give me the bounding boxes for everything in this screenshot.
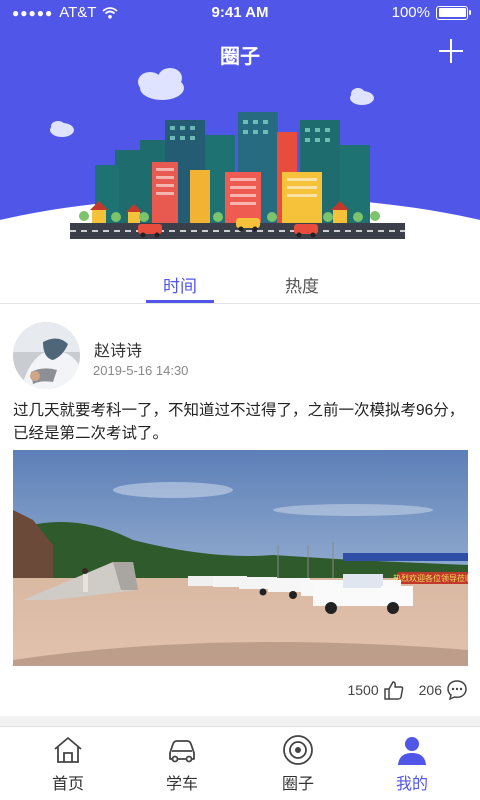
status-right: 100% bbox=[391, 4, 471, 21]
nav-learn-driving[interactable]: 学车 bbox=[127, 733, 237, 794]
post-username[interactable]: 赵诗诗 bbox=[94, 337, 142, 361]
like-button[interactable]: 1500 bbox=[347, 679, 404, 701]
circle-icon bbox=[283, 735, 313, 765]
status-bar: ●●●●● AT&T 9:41 AM 100% bbox=[0, 0, 480, 26]
comment-button[interactable]: 206 bbox=[419, 679, 468, 701]
avatar[interactable] bbox=[13, 322, 80, 389]
add-post-icon[interactable] bbox=[436, 36, 466, 66]
post-photo[interactable]: 热烈欢迎各位领导莅临 bbox=[13, 450, 468, 666]
tab-time[interactable]: 时间 bbox=[130, 272, 230, 297]
nav-home-label: 首页 bbox=[51, 776, 84, 793]
bottom-nav: 首页 学车 圈子 我的 bbox=[0, 726, 480, 800]
home-icon bbox=[54, 737, 82, 763]
tab-active-indicator bbox=[146, 300, 214, 303]
user-icon bbox=[398, 737, 426, 765]
car-icon bbox=[169, 740, 195, 763]
header-banner: ●●●●● AT&T 9:41 AM 100% 圈子 bbox=[0, 0, 480, 262]
nav-circle[interactable]: 圈子 bbox=[243, 733, 353, 794]
comment-count: 206 bbox=[418, 682, 442, 698]
battery-icon bbox=[436, 5, 471, 20]
nav-learn-driving-label: 学车 bbox=[165, 776, 198, 793]
tab-popularity[interactable]: 热度 bbox=[252, 272, 352, 297]
nav-profile[interactable]: 我的 bbox=[357, 733, 467, 794]
comment-bubble-icon bbox=[447, 680, 467, 701]
nav-circle-label: 圈子 bbox=[281, 776, 314, 793]
city-illustration bbox=[50, 68, 405, 239]
post-text: 过几天就要考科一了，不知道过不过得了，之前一次模拟考96分，已经是第二次考试了。 bbox=[13, 402, 465, 442]
like-count: 1500 bbox=[347, 682, 379, 698]
nav-home[interactable]: 首页 bbox=[13, 733, 123, 794]
thumbs-up-icon bbox=[383, 681, 403, 700]
battery-percent: 100% bbox=[391, 4, 430, 21]
photo-banner-text: 热烈欢迎各位领导莅临 bbox=[393, 573, 468, 583]
nav-profile-label: 我的 bbox=[395, 776, 428, 793]
tab-bar: 时间 热度 bbox=[0, 262, 480, 304]
post-card: 赵诗诗 2019-5-16 14:30 过几天就要考科一了，不知道过不过得了，之… bbox=[0, 304, 480, 716]
post-timestamp: 2019-5-16 14:30 bbox=[93, 363, 189, 378]
post-actions: 1500 206 bbox=[347, 679, 468, 701]
